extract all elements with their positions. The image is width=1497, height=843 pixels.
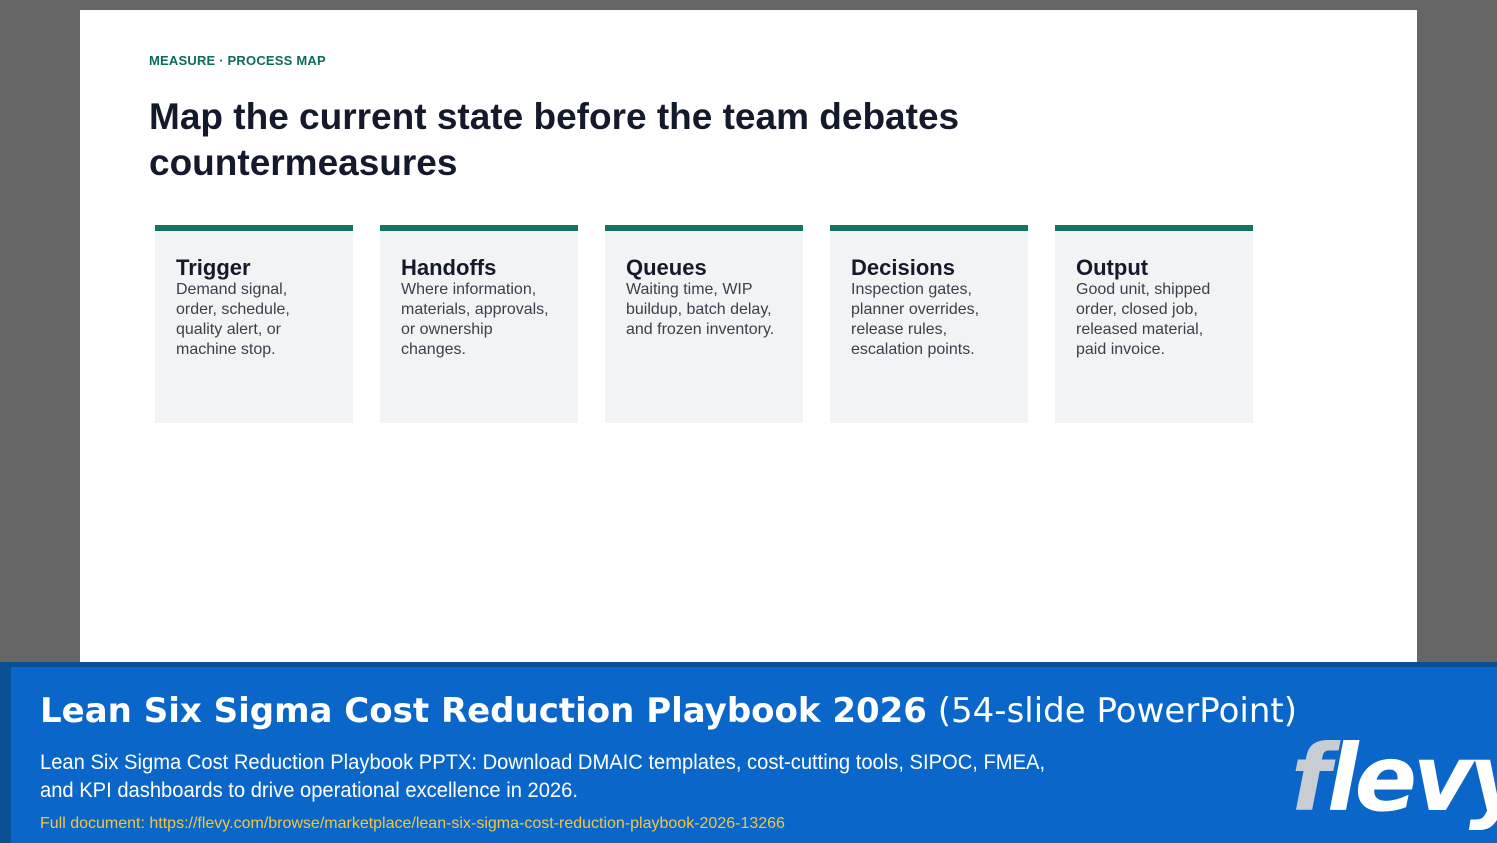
card-queues: Queues Waiting time, WIP buildup, batch … xyxy=(605,225,803,423)
full-document-link[interactable]: Full document: https://flevy.com/browse/… xyxy=(40,815,785,833)
card-title: Decisions xyxy=(851,255,955,280)
card-title: Queues xyxy=(626,255,707,280)
slide: MEASURE · PROCESS MAP Map the current st… xyxy=(80,10,1417,662)
card-body: Inspection gates, planner overrides, rel… xyxy=(851,281,980,358)
card-decisions: Decisions Inspection gates, planner over… xyxy=(830,225,1028,423)
process-cards: Trigger Demand signal, order, schedule, … xyxy=(155,225,1253,423)
logo-rest: levy xyxy=(1327,725,1497,832)
card-title: Handoffs xyxy=(401,255,497,280)
card-body: Where information, materials, approvals,… xyxy=(401,281,549,358)
card-handoffs: Handoffs Where information, materials, a… xyxy=(380,225,578,423)
flevy-logo[interactable]: flevy xyxy=(1291,729,1497,829)
card-body: Good unit, shipped order, closed job, re… xyxy=(1076,281,1211,358)
card-title: Trigger xyxy=(176,255,251,280)
card-trigger: Trigger Demand signal, order, schedule, … xyxy=(155,225,353,423)
card-title: Output xyxy=(1076,255,1149,280)
banner-panel: Lean Six Sigma Cost Reduction Playbook 2… xyxy=(11,667,1497,843)
banner-title-main: Lean Six Sigma Cost Reduction Playbook 2… xyxy=(40,691,927,731)
card-body: Waiting time, WIP buildup, batch delay, … xyxy=(626,281,775,338)
banner-description: Lean Six Sigma Cost Reduction Playbook P… xyxy=(40,751,1046,802)
card-output: Output Good unit, shipped order, closed … xyxy=(1055,225,1253,423)
banner-title: Lean Six Sigma Cost Reduction Playbook 2… xyxy=(40,691,1297,731)
section-eyebrow: MEASURE · PROCESS MAP xyxy=(149,53,326,68)
card-body: Demand signal, order, schedule, quality … xyxy=(176,281,290,358)
banner-title-suffix: (54-slide PowerPoint) xyxy=(937,691,1297,731)
logo-first-letter: f xyxy=(1291,725,1331,832)
slide-title: Map the current state before the team de… xyxy=(149,96,960,183)
promo-banner: Lean Six Sigma Cost Reduction Playbook 2… xyxy=(0,662,1497,843)
